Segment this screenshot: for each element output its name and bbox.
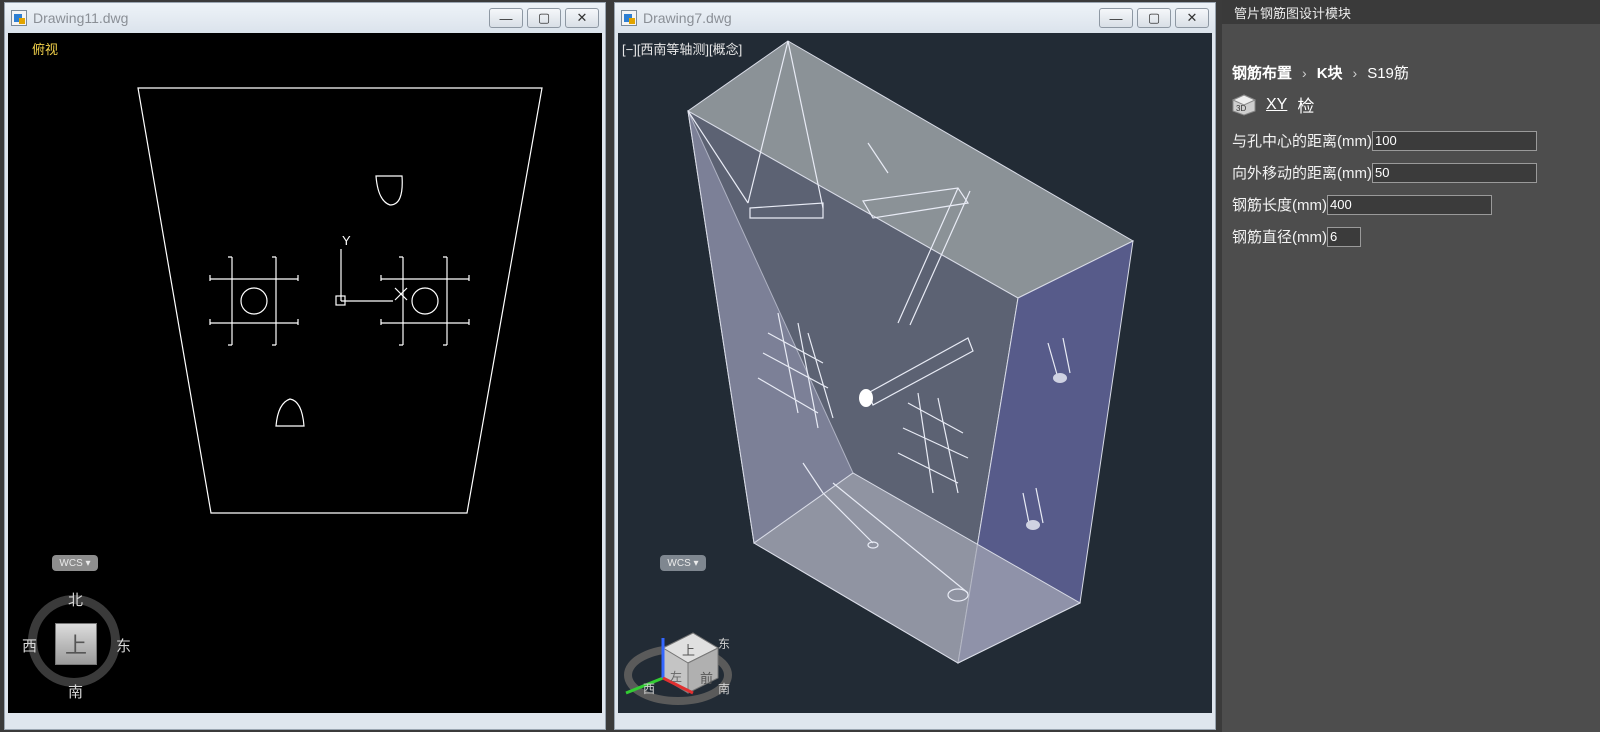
dwg-file-icon bbox=[11, 10, 27, 26]
3d-view-icon[interactable]: 3D bbox=[1232, 93, 1256, 116]
segment-outline bbox=[137, 87, 543, 514]
panel-header: 管片钢筋图设计模块 bbox=[1222, 0, 1600, 24]
rebar-cage-left bbox=[209, 256, 299, 346]
viewcube bbox=[624, 632, 732, 705]
breadcrumb-item-layout[interactable]: 钢筋布置 bbox=[1232, 62, 1292, 83]
breadcrumb-separator: › bbox=[1302, 64, 1307, 81]
field-outward-offset: 向外移动的距离(mm) bbox=[1232, 162, 1537, 183]
cube-top-label: 上 bbox=[682, 643, 695, 658]
compass-west[interactable]: 西 bbox=[22, 635, 37, 656]
hole-center-distance-input[interactable] bbox=[1371, 130, 1537, 151]
compass-east-label: 东 bbox=[718, 637, 730, 651]
rebar-length-input[interactable] bbox=[1326, 194, 1492, 215]
rebar-design-panel: 管片钢筋图设计模块 钢筋布置 › K块 › S19筋 3D XY 检 与孔中心的… bbox=[1222, 0, 1600, 732]
compass-east[interactable]: 东 bbox=[116, 635, 131, 656]
maximize-button[interactable]: ▢ bbox=[1137, 8, 1171, 28]
minimize-button[interactable]: — bbox=[489, 8, 523, 28]
check-button[interactable]: 检 bbox=[1297, 92, 1314, 117]
hand-hole-bottom bbox=[275, 398, 305, 427]
breadcrumb-item-block[interactable]: K块 bbox=[1317, 62, 1343, 83]
field-hole-center-distance: 与孔中心的距离(mm) bbox=[1232, 130, 1537, 151]
rebar-diameter-input[interactable] bbox=[1326, 226, 1361, 247]
panel-toolbar: 3D XY 检 bbox=[1232, 92, 1314, 117]
pipe-end bbox=[859, 389, 873, 407]
model-viewport-top[interactable]: 俯视 Y WCS ▾ 上 北 南 西 东 bbox=[8, 33, 602, 713]
field-rebar-diameter: 钢筋直径(mm) bbox=[1232, 226, 1361, 247]
dowel-end bbox=[1026, 520, 1040, 530]
drawing-window-left[interactable]: Drawing11.dwg — ▢ ✕ 俯视 Y WCS ▾ 上 北 南 西 东 bbox=[4, 2, 606, 730]
field-rebar-length: 钢筋长度(mm) bbox=[1232, 194, 1492, 215]
dowel-end bbox=[1053, 373, 1067, 383]
close-button[interactable]: ✕ bbox=[1175, 8, 1209, 28]
viewcube-top-face[interactable]: 上 bbox=[55, 623, 97, 665]
minimize-button[interactable]: — bbox=[1099, 8, 1133, 28]
field-label: 钢筋直径(mm) bbox=[1232, 229, 1327, 246]
wcs-dropdown[interactable]: WCS ▾ bbox=[660, 555, 706, 571]
drawing-window-3d[interactable]: Drawing7.dwg — ▢ ✕ [−][西南等轴测][概念] 上 前 左 … bbox=[614, 2, 1216, 730]
cube-left-label: 左 bbox=[670, 669, 682, 684]
field-label: 钢筋长度(mm) bbox=[1232, 197, 1327, 214]
wcs-dropdown[interactable]: WCS ▾ bbox=[52, 555, 98, 571]
cube-front-label: 前 bbox=[700, 671, 713, 686]
breadcrumb-separator: › bbox=[1352, 64, 1358, 81]
breadcrumb: 钢筋布置 › K块 › S19筋 bbox=[1232, 62, 1409, 83]
breadcrumb-item-rebar[interactable]: S19筋 bbox=[1367, 62, 1409, 83]
svg-text:3D: 3D bbox=[1236, 104, 1246, 113]
maximize-button[interactable]: ▢ bbox=[527, 8, 561, 28]
xy-plane-button[interactable]: XY bbox=[1266, 96, 1287, 114]
rebar-cage-right bbox=[380, 256, 470, 346]
window-titlebar[interactable]: Drawing7.dwg — ▢ ✕ bbox=[615, 3, 1215, 33]
compass-west-label: 西 bbox=[643, 682, 655, 696]
window-title: Drawing7.dwg bbox=[643, 10, 732, 26]
isometric-3d-model: 上 前 左 西 南 东 bbox=[624, 40, 1135, 705]
field-label: 向外移动的距离(mm) bbox=[1232, 165, 1372, 182]
close-button[interactable]: ✕ bbox=[565, 8, 599, 28]
window-titlebar[interactable]: Drawing11.dwg — ▢ ✕ bbox=[5, 3, 605, 33]
compass-north[interactable]: 北 bbox=[68, 589, 83, 610]
field-label: 与孔中心的距离(mm) bbox=[1232, 133, 1372, 150]
compass-south[interactable]: 南 bbox=[68, 681, 83, 702]
outward-offset-input[interactable] bbox=[1371, 162, 1537, 183]
window-title: Drawing11.dwg bbox=[33, 10, 129, 26]
model-viewport-3d[interactable]: [−][西南等轴测][概念] 上 前 左 西 南 东 WCS ▾ bbox=[618, 33, 1212, 713]
ucs-y-label: Y bbox=[342, 233, 351, 248]
hand-hole-top bbox=[375, 175, 403, 206]
dwg-file-icon bbox=[621, 10, 637, 26]
ucs-icon bbox=[335, 249, 393, 306]
compass-south-label: 南 bbox=[718, 681, 730, 696]
